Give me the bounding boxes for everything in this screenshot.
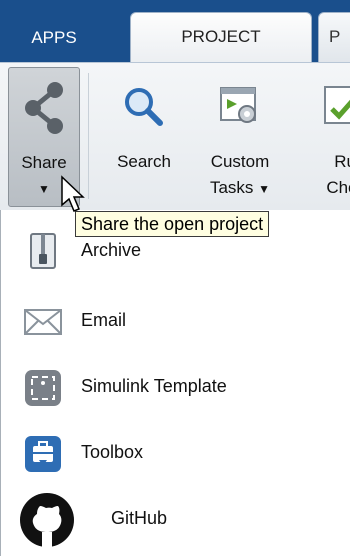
menu-item-github[interactable]: GitHub — [1, 490, 350, 550]
tab-next[interactable]: P — [318, 12, 350, 62]
menu-item-label: Archive — [81, 240, 142, 260]
run-checks-icon — [324, 86, 350, 124]
menu-item-label: Simulink Template — [81, 376, 227, 396]
custom-tasks-label-text: Tasks — [209, 178, 254, 197]
run-checks-button[interactable]: Ru Chec — [296, 67, 350, 207]
run-checks-label-line2: Chec — [326, 178, 350, 197]
toolbox-icon — [25, 436, 61, 472]
custom-tasks-label-line2: Tasks ▼ — [194, 177, 286, 200]
archive-icon — [30, 233, 56, 269]
github-icon — [20, 493, 74, 547]
toolstrip: Share ▼ Search Custom Tasks ▼ Ru Chec — [0, 62, 350, 211]
email-icon — [24, 309, 62, 335]
menu-item-toolbox[interactable]: Toolbox — [1, 424, 350, 484]
menu-item-label: Toolbox — [81, 442, 144, 462]
tab-project[interactable]: PROJECT — [130, 12, 312, 62]
mouse-cursor-icon — [61, 175, 85, 212]
run-checks-label-line1: Ru — [334, 152, 350, 171]
custom-tasks-caret-icon: ▼ — [258, 182, 271, 196]
search-button[interactable]: Search — [104, 67, 184, 207]
custom-tasks-button[interactable]: Custom Tasks ▼ — [194, 67, 286, 207]
share-icon — [25, 82, 63, 134]
share-label: Share — [21, 153, 67, 172]
search-icon — [125, 88, 163, 126]
custom-tasks-icon — [220, 87, 256, 123]
share-tooltip: Share the open project — [75, 211, 270, 237]
share-menu: Archive Email Simulink Template Toolbox — [0, 210, 350, 556]
menu-item-simulink-template[interactable]: Simulink Template — [1, 358, 350, 418]
menu-item-label: Email — [81, 310, 127, 330]
tab-apps[interactable]: APPS — [6, 18, 102, 62]
simulink-template-icon — [25, 370, 61, 406]
custom-tasks-label-line1: Custom — [210, 152, 270, 171]
toolstrip-divider — [88, 73, 89, 199]
menu-item-email[interactable]: Email — [1, 292, 350, 352]
search-label: Search — [117, 152, 171, 171]
menu-item-label: GitHub — [111, 508, 168, 528]
tab-strip: APPS PROJECT P — [0, 0, 350, 62]
